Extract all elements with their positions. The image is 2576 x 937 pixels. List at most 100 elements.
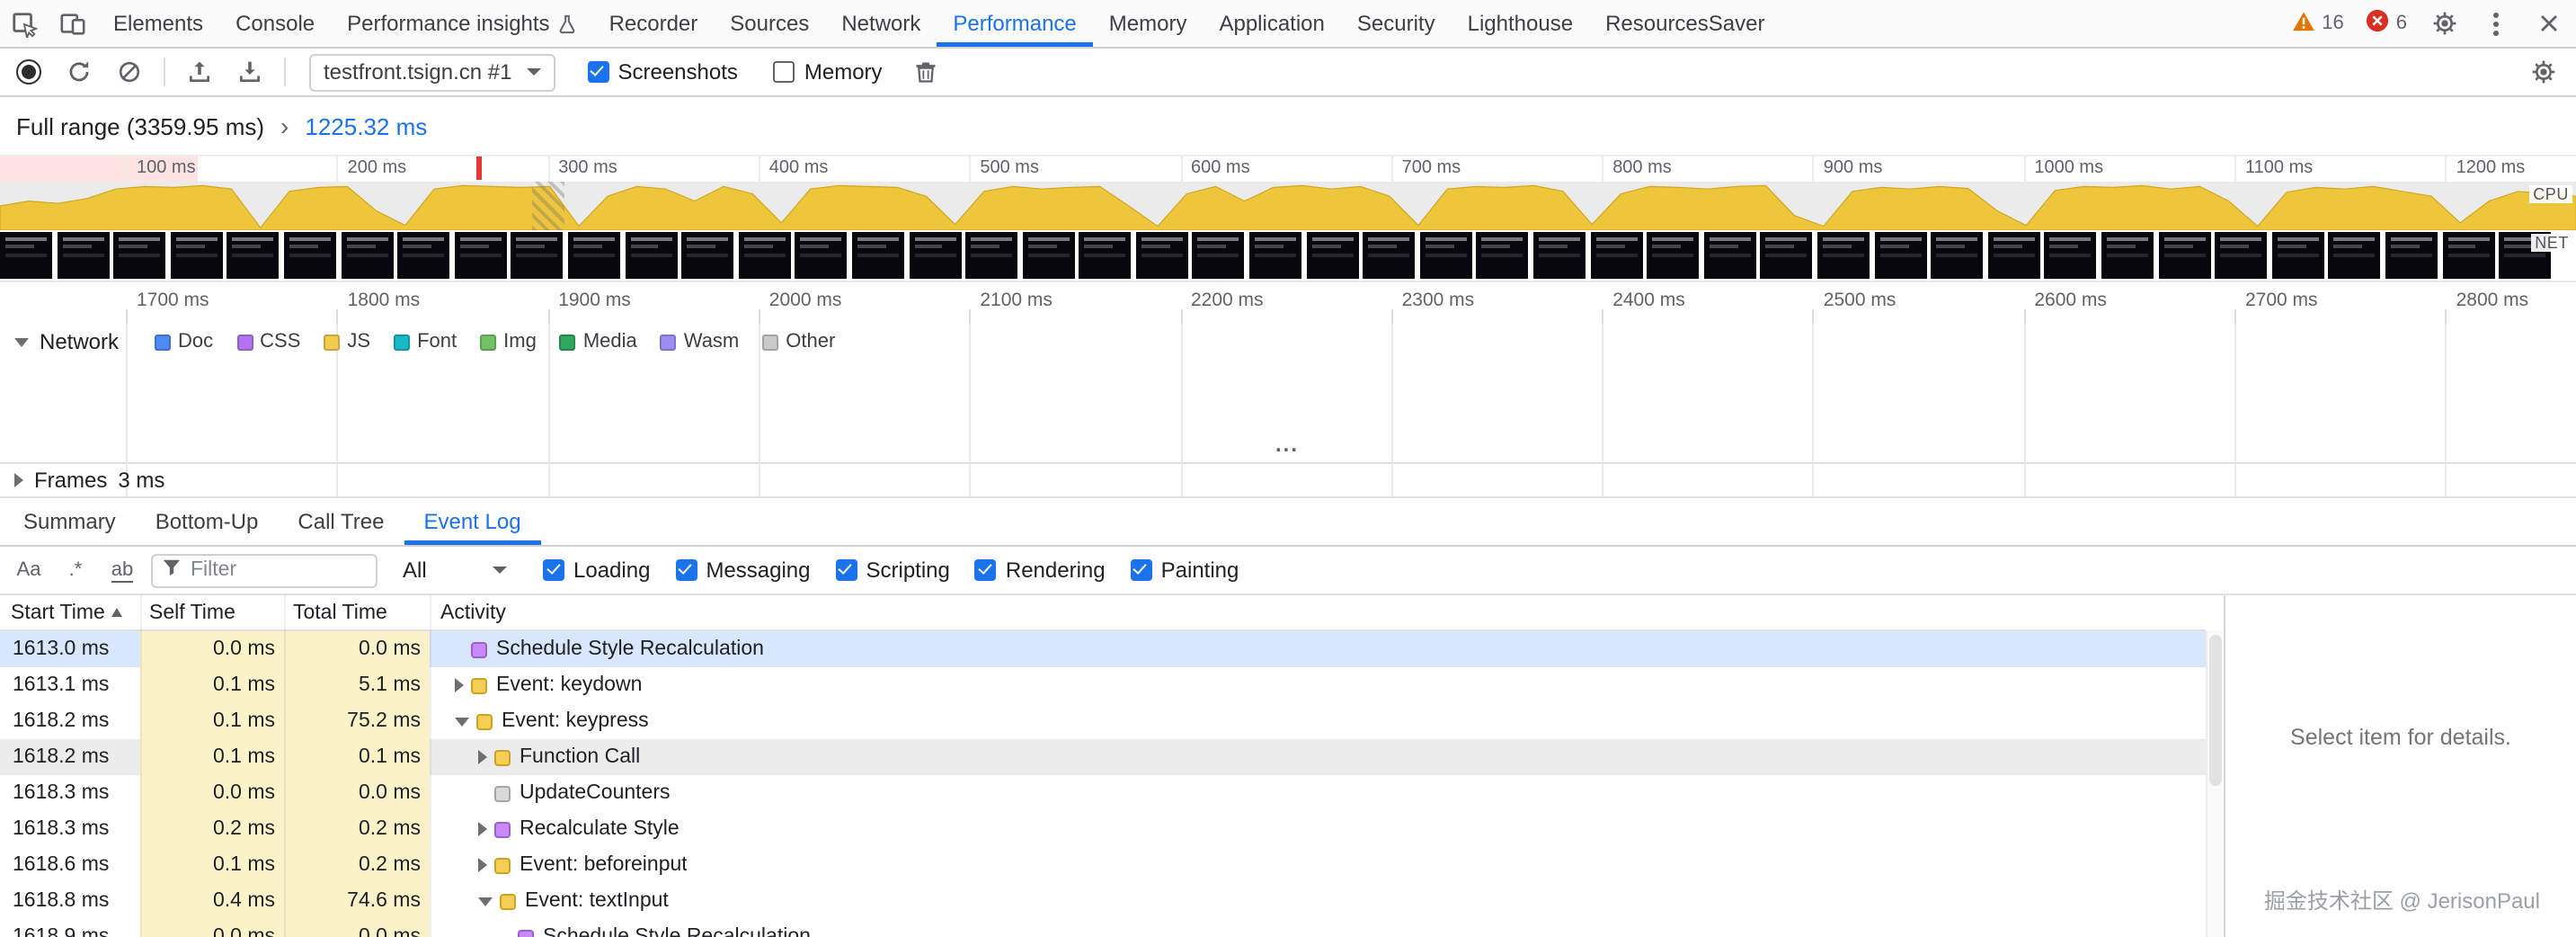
event-log-row[interactable]: 1613.1 ms 0.1 ms 5.1 ms Event: keydown	[0, 667, 2206, 703]
warnings-badge[interactable]: 16	[2282, 10, 2353, 37]
tab-recorder[interactable]: Recorder	[593, 0, 715, 47]
filmstrip-thumbnail[interactable]	[2101, 232, 2154, 279]
filmstrip-thumbnail[interactable]	[113, 232, 166, 279]
match-whole-word-button[interactable]: ab	[104, 554, 140, 586]
event-log-row[interactable]: 1618.3 ms 0.0 ms 0.0 ms UpdateCounters	[0, 775, 2206, 811]
filmstrip-thumbnail[interactable]	[1874, 232, 1927, 279]
collapse-network-icon[interactable]	[14, 337, 29, 346]
column-header-activity[interactable]: Activity	[430, 602, 2206, 623]
vertical-scrollbar[interactable]	[2206, 631, 2224, 937]
save-profile-icon[interactable]	[228, 49, 271, 95]
category-checkbox-rendering[interactable]: Rendering	[974, 558, 1106, 583]
tab-security[interactable]: Security	[1341, 0, 1452, 47]
scrollbar-thumb[interactable]	[2209, 635, 2222, 786]
filmstrip-thumbnail[interactable]	[1249, 232, 1302, 279]
filmstrip-thumbnail[interactable]	[283, 232, 336, 279]
filmstrip-thumbnail[interactable]	[0, 232, 52, 279]
filmstrip-thumbnail[interactable]	[2271, 232, 2324, 279]
event-log-row[interactable]: 1618.2 ms 0.1 ms 75.2 ms Event: keypress	[0, 703, 2206, 739]
filmstrip-thumbnail[interactable]	[1022, 232, 1075, 279]
filmstrip-thumbnail[interactable]	[1476, 232, 1529, 279]
filmstrip-thumbnail[interactable]	[1363, 232, 1416, 279]
timeline-overview[interactable]: 100 ms 200 ms 300 ms 400 ms 500 ms 600 ms 700 …	[0, 156, 2576, 230]
match-case-button[interactable]: Aa	[11, 554, 47, 586]
tab-call-tree[interactable]: Call Tree	[278, 498, 404, 545]
kebab-menu-icon[interactable]	[2472, 0, 2520, 47]
cpu-activity-chart[interactable]: CPU	[0, 182, 2576, 230]
screenshots-checkbox[interactable]: Screenshots	[587, 59, 738, 85]
tab-lighthouse[interactable]: Lighthouse	[1452, 0, 1589, 47]
filmstrip-thumbnail[interactable]	[397, 232, 450, 279]
capture-settings-gear-icon[interactable]	[2522, 49, 2565, 95]
expander-right-icon[interactable]	[455, 678, 464, 692]
filmstrip-thumbnail[interactable]	[2215, 232, 2268, 279]
tab-network[interactable]: Network	[825, 0, 937, 47]
network-track-title[interactable]: Network	[40, 329, 119, 354]
filmstrip-thumbnail[interactable]	[1760, 232, 1813, 279]
expander-right-icon[interactable]	[478, 858, 487, 872]
filmstrip-thumbnail[interactable]	[511, 232, 564, 279]
filmstrip-thumbnail[interactable]	[681, 232, 734, 279]
filmstrip-thumbnail[interactable]	[227, 232, 280, 279]
record-button[interactable]	[7, 49, 50, 95]
filmstrip-thumbnail[interactable]	[1135, 232, 1188, 279]
column-header-start-time[interactable]: Start Time	[0, 602, 140, 623]
category-checkbox-messaging[interactable]: Messaging	[675, 558, 811, 583]
reload-and-record-icon[interactable]	[58, 49, 101, 95]
filter-input[interactable]: Filter	[151, 553, 378, 587]
filmstrip-thumbnail[interactable]	[851, 232, 904, 279]
filmstrip-thumbnail[interactable]	[1931, 232, 1984, 279]
filmstrip-thumbnail[interactable]	[1647, 232, 1700, 279]
filmstrip-thumbnail[interactable]	[454, 232, 507, 279]
filmstrip-thumbnail[interactable]	[1306, 232, 1359, 279]
column-header-total-time[interactable]: Total Time	[284, 602, 430, 623]
profile-select[interactable]: testfront.tsign.cn #1	[309, 53, 555, 91]
collect-garbage-icon[interactable]	[904, 49, 947, 95]
memory-checkbox[interactable]: Memory	[773, 59, 883, 85]
event-log-row[interactable]: 1618.8 ms 0.4 ms 74.6 ms Event: textInput	[0, 883, 2206, 919]
event-log-row[interactable]: 1618.3 ms 0.2 ms 0.2 ms Recalculate Style	[0, 811, 2206, 847]
tab-resourcessaver[interactable]: ResourcesSaver	[1589, 0, 1781, 47]
expander-right-icon[interactable]	[478, 750, 487, 764]
expander-down-icon[interactable]	[478, 897, 493, 906]
filmstrip-thumbnail[interactable]	[567, 232, 620, 279]
filmstrip-thumbnail[interactable]	[738, 232, 791, 279]
tab-performance-insights[interactable]: Performance insights	[331, 0, 592, 47]
hidden-tracks-button[interactable]: ...	[1275, 432, 1299, 457]
filmstrip-thumbnail[interactable]	[2044, 232, 2097, 279]
filmstrip-thumbnail[interactable]	[2158, 232, 2211, 279]
tab-bottom-up[interactable]: Bottom-Up	[136, 498, 279, 545]
category-checkbox-loading[interactable]: Loading	[543, 558, 650, 583]
filmstrip-thumbnail[interactable]	[1419, 232, 1472, 279]
filmstrip-thumbnail[interactable]	[1079, 232, 1132, 279]
tab-memory[interactable]: Memory	[1093, 0, 1204, 47]
close-icon[interactable]	[2524, 0, 2572, 47]
filmstrip-thumbnail[interactable]	[1533, 232, 1586, 279]
tab-application[interactable]: Application	[1203, 0, 1340, 47]
breadcrumb-selection[interactable]: 1225.32 ms	[305, 112, 427, 139]
filmstrip-thumbnail[interactable]	[625, 232, 678, 279]
category-checkbox-scripting[interactable]: Scripting	[835, 558, 950, 583]
filmstrip-thumbnail[interactable]	[1192, 232, 1245, 279]
filmstrip-thumbnail[interactable]	[341, 232, 394, 279]
event-log-row[interactable]: 1618.9 ms 0.0 ms 0.0 ms Schedule Style Reca…	[0, 919, 2206, 937]
breadcrumb-full-range[interactable]: Full range (3359.95 ms)	[16, 112, 264, 139]
filmstrip-thumbnail[interactable]	[2385, 232, 2438, 279]
column-header-self-time[interactable]: Self Time	[140, 602, 284, 623]
filmstrip-thumbnail[interactable]	[909, 232, 961, 279]
filmstrip-thumbnail[interactable]	[965, 232, 1018, 279]
load-profile-icon[interactable]	[178, 49, 221, 95]
filmstrip-thumbnail[interactable]	[170, 232, 223, 279]
tab-sources[interactable]: Sources	[714, 0, 825, 47]
filmstrip-thumbnail[interactable]	[57, 232, 110, 279]
errors-badge[interactable]: 6	[2357, 9, 2416, 38]
clear-recording-icon[interactable]	[108, 49, 151, 95]
tab-performance[interactable]: Performance	[937, 0, 1092, 47]
tab-summary[interactable]: Summary	[4, 498, 136, 545]
filmstrip-thumbnail[interactable]	[1987, 232, 2040, 279]
device-toolbar-icon[interactable]	[49, 0, 97, 47]
expander-right-icon[interactable]	[478, 822, 487, 836]
filmstrip-thumbnail[interactable]	[1703, 232, 1756, 279]
timeline-ruler[interactable]: 1700 ms 1800 ms 1900 ms 2000 ms 2100 ms 2200 …	[0, 281, 2576, 324]
duration-filter-select[interactable]: All	[395, 558, 514, 583]
